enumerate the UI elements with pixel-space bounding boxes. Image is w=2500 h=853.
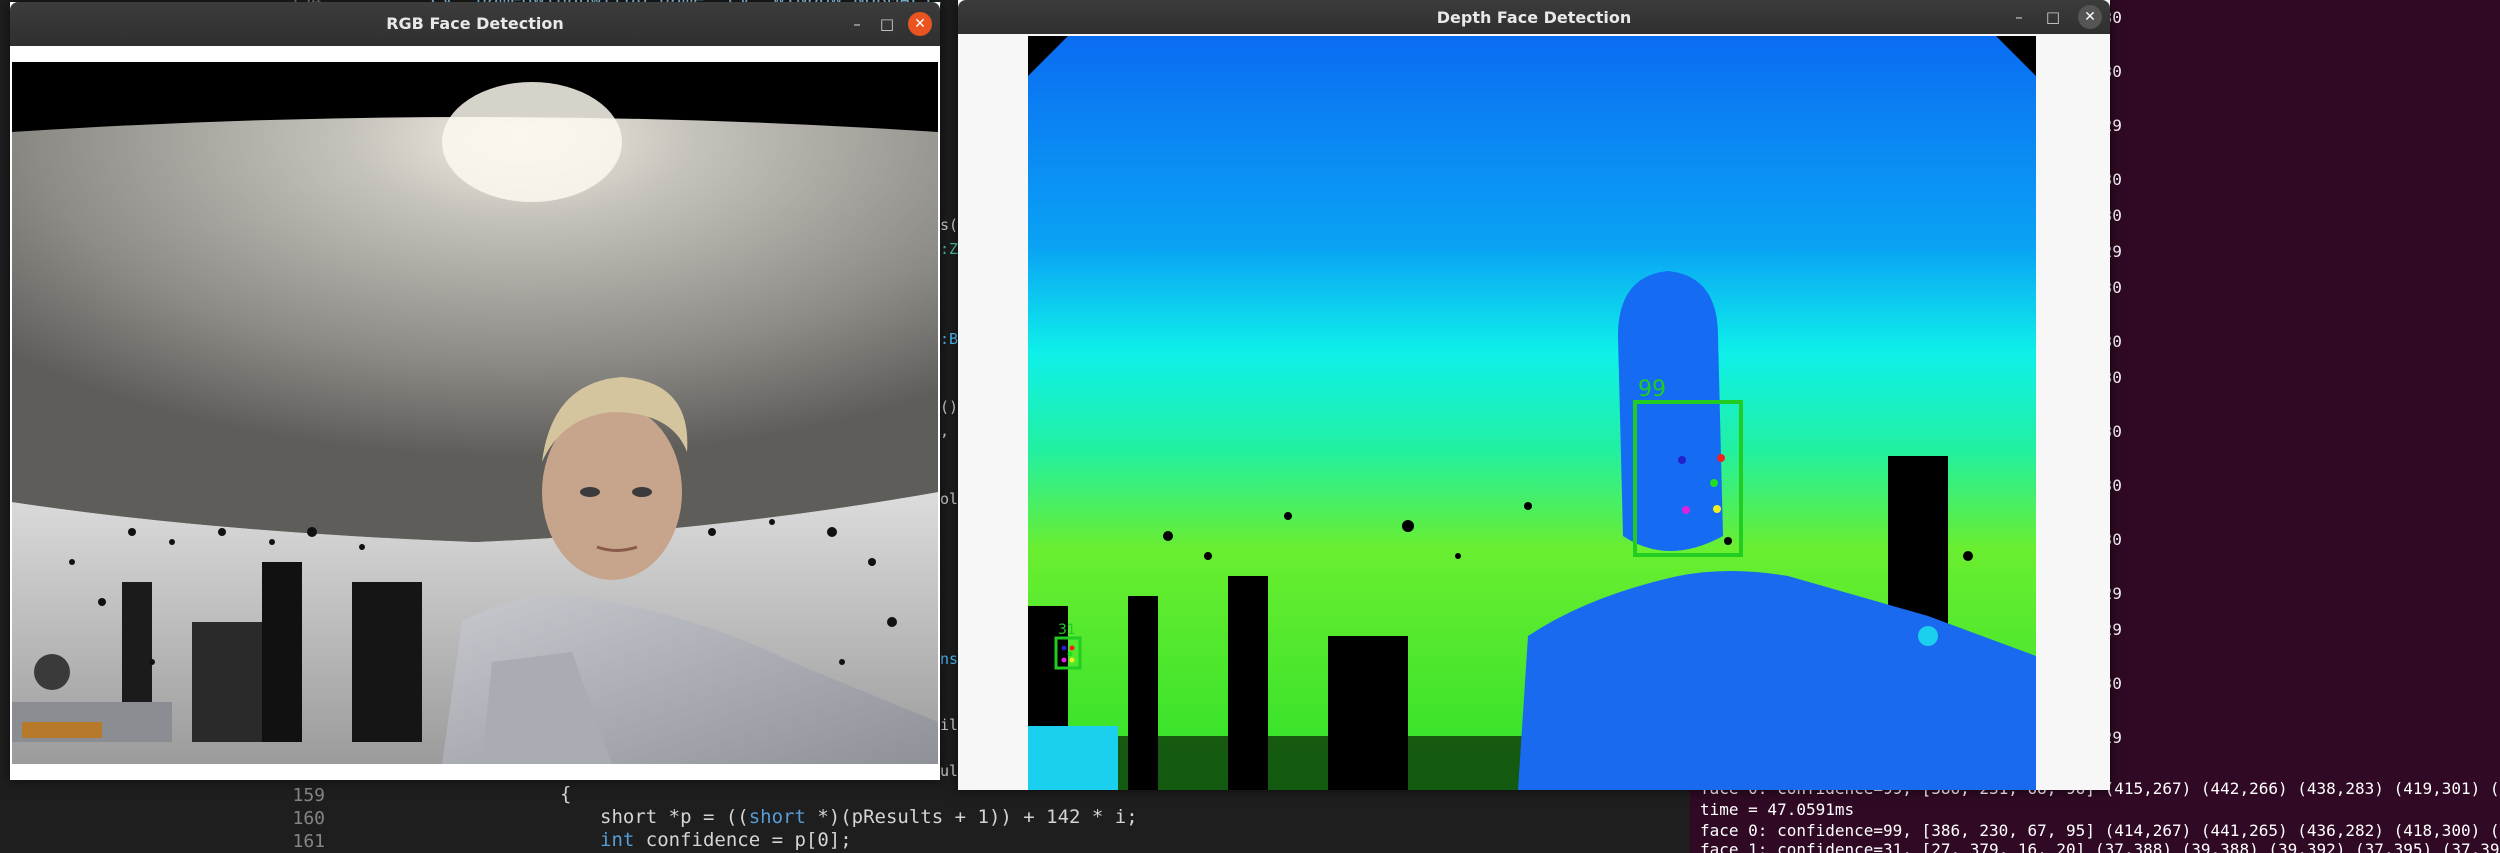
window-title: RGB Face Detection xyxy=(386,14,564,33)
maximize-button[interactable]: □ xyxy=(2042,6,2064,28)
rgb-window[interactable]: RGB Face Detection – □ ✕ xyxy=(10,2,940,780)
landmark-point xyxy=(1061,657,1067,663)
landmark-point xyxy=(1682,506,1690,514)
code-fragment: :Z xyxy=(940,240,959,258)
close-button[interactable]: ✕ xyxy=(908,12,932,36)
close-button[interactable]: ✕ xyxy=(2078,5,2102,29)
code-fragment: s( xyxy=(940,216,959,234)
terminal-line: face 1: confidence=31, [27, 379, 16, 20]… xyxy=(1700,840,2500,853)
code-line: { xyxy=(560,783,572,805)
line-number: 159 xyxy=(292,785,325,806)
depth-frame-image: 99 31 xyxy=(1028,36,2036,790)
landmark-point xyxy=(1713,505,1721,513)
landmark-point xyxy=(1069,657,1075,663)
rgb-camera-view xyxy=(12,62,938,764)
depth-camera-view: 99 31 xyxy=(1028,36,2036,790)
line-number: 161 xyxy=(292,831,325,852)
rgb-window-titlebar[interactable]: RGB Face Detection – □ ✕ xyxy=(10,2,940,46)
rgb-frame-image xyxy=(12,62,938,764)
depth-window-titlebar[interactable]: Depth Face Detection – □ ✕ xyxy=(958,0,2110,34)
code-line: short *p = ((short *)(pResults + 1)) + 1… xyxy=(600,806,1138,828)
landmark-point xyxy=(1067,651,1073,657)
minimize-button[interactable]: – xyxy=(2008,6,2030,28)
maximize-button[interactable]: □ xyxy=(876,13,898,35)
terminal-line: face 0: confidence=99, [386, 230, 67, 95… xyxy=(1700,821,2500,840)
face-label-0: 99 xyxy=(1638,377,1666,402)
code-fragment: () xyxy=(940,398,959,416)
terminal-line: time = 47.0591ms xyxy=(1700,800,1855,819)
line-number: 160 xyxy=(292,808,325,829)
face-label-1: 31 xyxy=(1058,622,1076,638)
depth-window[interactable]: Depth Face Detection – □ ✕ 99 31 xyxy=(958,0,2110,790)
minimize-button[interactable]: – xyxy=(846,13,868,35)
window-title: Depth Face Detection xyxy=(1436,8,1632,27)
landmark-point xyxy=(1061,645,1067,651)
landmark-point xyxy=(1717,454,1725,462)
landmark-point xyxy=(1069,645,1075,651)
code-line: int confidence = p[0]; xyxy=(600,829,852,851)
landmark-point xyxy=(1710,479,1718,487)
code-fragment: ns xyxy=(940,650,959,668)
landmark-point xyxy=(1678,456,1686,464)
